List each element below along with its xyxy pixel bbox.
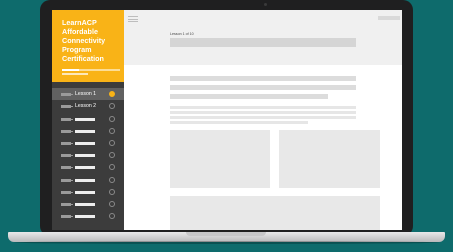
- sidebar-item-lesson-2[interactable]: Lesson 2: [52, 100, 124, 112]
- lesson-header: Lesson 1 of 10: [124, 10, 402, 65]
- sidebar-item-lesson-4[interactable]: [52, 125, 124, 137]
- sidebar-item-label-placeholder: [75, 117, 95, 121]
- incomplete-status-icon: [109, 164, 115, 170]
- incomplete-status-icon: [109, 128, 115, 134]
- lesson-icon: [61, 130, 73, 133]
- sidebar-item-lesson-9[interactable]: [52, 186, 124, 198]
- course-sidebar: LearnACP Affordable Connectivity Program…: [52, 10, 124, 230]
- sidebar-item-lesson-6[interactable]: [52, 149, 124, 161]
- lesson-icon: [61, 154, 73, 157]
- incomplete-status-icon: [109, 189, 115, 195]
- course-progress-bar: [62, 69, 120, 71]
- text-line-placeholder: [170, 116, 356, 119]
- content-card-placeholder: [279, 130, 380, 188]
- course-title: LearnACP Affordable Connectivity Program…: [62, 18, 106, 63]
- content-card-placeholder: [170, 130, 270, 188]
- sidebar-item-label: Lesson 1: [75, 91, 97, 97]
- lesson-icon: [61, 215, 73, 218]
- lesson-icon: [61, 118, 73, 121]
- sidebar-item-lesson-7[interactable]: [52, 161, 124, 173]
- lesson-icon: [61, 166, 73, 169]
- app-screen: LearnACP Affordable Connectivity Program…: [52, 10, 402, 230]
- heading-line-placeholder: [170, 85, 356, 90]
- sidebar-item-lesson-1[interactable]: Lesson 1: [52, 88, 124, 100]
- lesson-icon: [61, 203, 73, 206]
- sidebar-item-label-placeholder: [75, 141, 95, 145]
- lesson-content: Lesson 1 of 10: [124, 10, 402, 230]
- sidebar-item-lesson-8[interactable]: [52, 174, 124, 186]
- camera-icon: [264, 3, 267, 6]
- course-header: LearnACP Affordable Connectivity Program…: [52, 10, 124, 82]
- incomplete-status-icon: [109, 116, 115, 122]
- lesson-icon: [61, 105, 73, 108]
- sidebar-item-label-placeholder: [75, 202, 95, 206]
- sidebar-item-lesson-10[interactable]: [52, 198, 124, 210]
- text-line-placeholder: [170, 111, 356, 114]
- laptop-shadow: [14, 241, 439, 244]
- lesson-icon: [61, 191, 73, 194]
- menu-icon[interactable]: [128, 16, 138, 22]
- sidebar-item-label-placeholder: [75, 190, 95, 194]
- heading-line-placeholder: [170, 94, 328, 99]
- heading-line-placeholder: [170, 76, 356, 81]
- laptop-notch: [186, 232, 266, 236]
- sidebar-item-lesson-5[interactable]: [52, 137, 124, 149]
- text-line-placeholder: [170, 121, 308, 124]
- incomplete-status-icon: [109, 213, 115, 219]
- course-progress-label: [62, 73, 88, 75]
- sidebar-item-label-placeholder: [75, 129, 95, 133]
- incomplete-status-icon: [109, 152, 115, 158]
- lesson-icon: [61, 142, 73, 145]
- sidebar-item-label: Lesson 2: [75, 103, 97, 109]
- course-progress-fill: [62, 69, 80, 71]
- text-line-placeholder: [170, 106, 356, 109]
- lesson-counter: Lesson 1 of 10: [170, 32, 194, 36]
- complete-status-icon: [109, 91, 115, 97]
- incomplete-status-icon: [109, 103, 115, 109]
- header-action-placeholder[interactable]: [378, 16, 400, 20]
- incomplete-status-icon: [109, 177, 115, 183]
- lesson-icon: [61, 179, 73, 182]
- lesson-title-placeholder: [170, 38, 356, 47]
- sidebar-item-label-placeholder: [75, 178, 95, 182]
- sidebar-item-label-placeholder: [75, 153, 95, 157]
- content-block-placeholder: [170, 196, 380, 230]
- sidebar-item-label-placeholder: [75, 165, 95, 169]
- sidebar-item-lesson-3[interactable]: [52, 113, 124, 125]
- incomplete-status-icon: [109, 201, 115, 207]
- sidebar-item-label-placeholder: [75, 214, 95, 218]
- incomplete-status-icon: [109, 140, 115, 146]
- sidebar-item-lesson-11[interactable]: [52, 210, 124, 222]
- lesson-icon: [61, 93, 73, 96]
